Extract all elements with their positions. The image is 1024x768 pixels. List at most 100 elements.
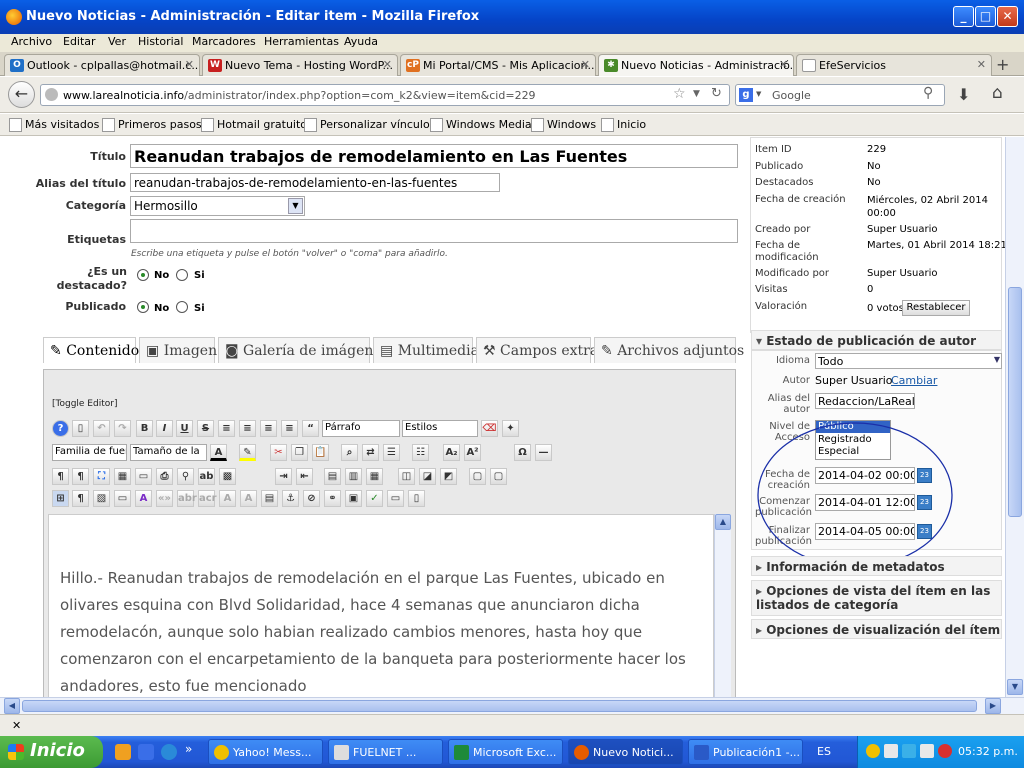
- highlight-icon[interactable]: ✎: [239, 444, 256, 461]
- published-no-radio[interactable]: [137, 301, 149, 313]
- menu-editar[interactable]: Editar: [63, 35, 96, 48]
- title-input[interactable]: Reanudan trabajos de remodelamiento en L…: [130, 144, 738, 168]
- scroll-up-icon[interactable]: ▲: [715, 514, 731, 530]
- unlink-icon[interactable]: ⊘: [303, 490, 320, 507]
- tab-multimedia[interactable]: ▤ Multimedia: [373, 337, 479, 363]
- subscript-icon[interactable]: A₂: [443, 444, 460, 461]
- strikethrough-button[interactable]: S: [197, 420, 214, 437]
- category-select[interactable]: Hermosillo ▼: [130, 196, 305, 216]
- dropdown-arrow-icon[interactable]: ▼: [693, 89, 700, 99]
- link-icon[interactable]: ⚭: [324, 490, 341, 507]
- replace-icon[interactable]: ⇄: [362, 444, 379, 461]
- bookmark-mas-visitados[interactable]: Más visitados: [9, 118, 99, 132]
- antivirus-tray-icon[interactable]: [938, 744, 952, 758]
- paste-icon[interactable]: 📋: [312, 444, 329, 461]
- eraser-icon[interactable]: ⌫: [481, 420, 498, 437]
- quicklaunch-explorer-icon[interactable]: [115, 744, 131, 760]
- iframe-icon[interactable]: ▯: [408, 490, 425, 507]
- update-tray-icon[interactable]: [902, 744, 916, 758]
- align-left-icon[interactable]: ≡: [239, 420, 256, 437]
- bookmark-windows[interactable]: Windows: [531, 118, 596, 132]
- font-family-select[interactable]: Familia de fuen: [52, 444, 127, 461]
- scroll-right-icon[interactable]: ▶: [985, 698, 1001, 714]
- tab-efeservicios[interactable]: EfeServicios ✕: [796, 54, 992, 76]
- styles-select[interactable]: Estilos: [402, 420, 478, 437]
- menu-herramientas[interactable]: Herramientas: [264, 35, 339, 48]
- visual-aid-icon[interactable]: ▢: [469, 468, 486, 485]
- horizontal-rule-icon[interactable]: —: [535, 444, 552, 461]
- underline-button[interactable]: U: [176, 420, 193, 437]
- insert-file-icon[interactable]: ▧: [93, 490, 110, 507]
- close-tab-icon[interactable]: ✕: [185, 58, 194, 71]
- bookmark-personalizar[interactable]: Personalizar vínculos: [304, 118, 435, 132]
- spellcheck-icon[interactable]: ab: [198, 468, 215, 485]
- outdent-icon[interactable]: ⇤: [296, 468, 313, 485]
- featured-no-radio[interactable]: [137, 269, 149, 281]
- del-icon[interactable]: A: [219, 490, 236, 507]
- horizontal-scroll-thumb[interactable]: [22, 700, 977, 712]
- category-view-options-header[interactable]: Opciones de vista del ítem en las listad…: [751, 580, 1002, 616]
- acronym-icon[interactable]: acr: [198, 490, 217, 507]
- page-scrollbar[interactable]: ▼: [1005, 137, 1024, 697]
- scroll-left-icon[interactable]: ◀: [4, 698, 20, 714]
- minimize-button[interactable]: _: [953, 6, 974, 27]
- attributes-icon[interactable]: ▤: [261, 490, 278, 507]
- tab-hosting[interactable]: W Nuevo Tema - Hosting WordP... ✕: [202, 54, 398, 76]
- help-icon[interactable]: ?: [52, 420, 69, 437]
- style-icon[interactable]: A: [135, 490, 152, 507]
- close-tab-icon[interactable]: ✕: [383, 58, 392, 71]
- metadata-section-header[interactable]: Información de metadatos: [751, 556, 1002, 576]
- scroll-down-icon[interactable]: ▼: [1007, 679, 1023, 695]
- tab-imagen[interactable]: ▣ Imagen: [139, 337, 217, 363]
- menu-historial[interactable]: Historial: [138, 35, 183, 48]
- special-char-icon[interactable]: Ω: [514, 444, 531, 461]
- bookmark-windows-media[interactable]: Windows Media: [430, 118, 532, 132]
- close-find-icon[interactable]: ✕: [12, 719, 21, 732]
- table-col-icon[interactable]: ▥: [345, 468, 362, 485]
- bullet-list-icon[interactable]: ☰: [383, 444, 400, 461]
- home-icon[interactable]: ⌂: [992, 83, 1003, 103]
- menu-marcadores[interactable]: Marcadores: [192, 35, 256, 48]
- quicklaunch-desktop-icon[interactable]: [138, 744, 154, 760]
- bookmark-star-icon[interactable]: ☆: [673, 86, 686, 102]
- reload-icon[interactable]: ↻: [711, 86, 722, 101]
- align-center-icon[interactable]: ≡: [260, 420, 277, 437]
- editor-scrollbar[interactable]: ▲: [714, 514, 731, 697]
- engine-dropdown-icon[interactable]: ▼: [756, 90, 761, 98]
- cite-icon[interactable]: «»: [156, 490, 173, 507]
- numbered-list-icon[interactable]: ☷: [412, 444, 429, 461]
- bookmark-primeros-pasos[interactable]: Primeros pasos: [102, 118, 202, 132]
- menu-archivo[interactable]: Archivo: [11, 35, 52, 48]
- clock[interactable]: 05:32 p.m.: [958, 745, 1018, 758]
- network-tray-icon[interactable]: [884, 744, 898, 758]
- search-box[interactable]: g ▼ Google ⚲: [735, 84, 945, 106]
- abbr-icon[interactable]: abr: [177, 490, 197, 507]
- align-right-icon[interactable]: ≡: [281, 420, 298, 437]
- language-indicator[interactable]: ES: [817, 745, 831, 758]
- table-row-icon[interactable]: ▤: [324, 468, 341, 485]
- close-button[interactable]: ✕: [997, 6, 1018, 27]
- page-scroll-thumb[interactable]: [1008, 287, 1022, 517]
- url-bar[interactable]: www.larealnoticia.info/administrator/ind…: [40, 84, 730, 106]
- bookmark-hotmail[interactable]: Hotmail gratuito: [201, 118, 307, 132]
- anchor-icon[interactable]: ⚓: [282, 490, 299, 507]
- publish-status-header[interactable]: Estado de publicación de autor: [751, 330, 1002, 350]
- search-icon[interactable]: ⚲: [923, 85, 933, 101]
- table-icon[interactable]: ⊞: [52, 490, 69, 507]
- tab-archivos-adjuntos[interactable]: ✎ Archivos adjuntos: [594, 337, 744, 363]
- quicklaunch-ie-icon[interactable]: [161, 744, 177, 760]
- featured-si-radio[interactable]: [176, 269, 188, 281]
- task-excel[interactable]: Microsoft Exc...: [448, 739, 563, 765]
- bold-button[interactable]: B: [136, 420, 153, 437]
- citation-icon[interactable]: ▢: [490, 468, 507, 485]
- menu-ver[interactable]: Ver: [108, 35, 126, 48]
- new-tab-button[interactable]: +: [996, 55, 1009, 74]
- font-size-select[interactable]: Tamaño de la: [130, 444, 207, 461]
- volume-tray-icon[interactable]: [920, 744, 934, 758]
- editor-content-area[interactable]: Hillo.- Reanudan trabajos de remodelació…: [48, 514, 714, 697]
- change-author-link[interactable]: Cambiar: [891, 374, 937, 387]
- start-button[interactable]: Inicio: [0, 736, 103, 768]
- tab-cpanel[interactable]: cP Mi Portal/CMS - Mis Aplicacion... ✕: [400, 54, 596, 76]
- print-icon[interactable]: ⎙: [156, 468, 173, 485]
- download-icon[interactable]: ⬇: [957, 85, 970, 104]
